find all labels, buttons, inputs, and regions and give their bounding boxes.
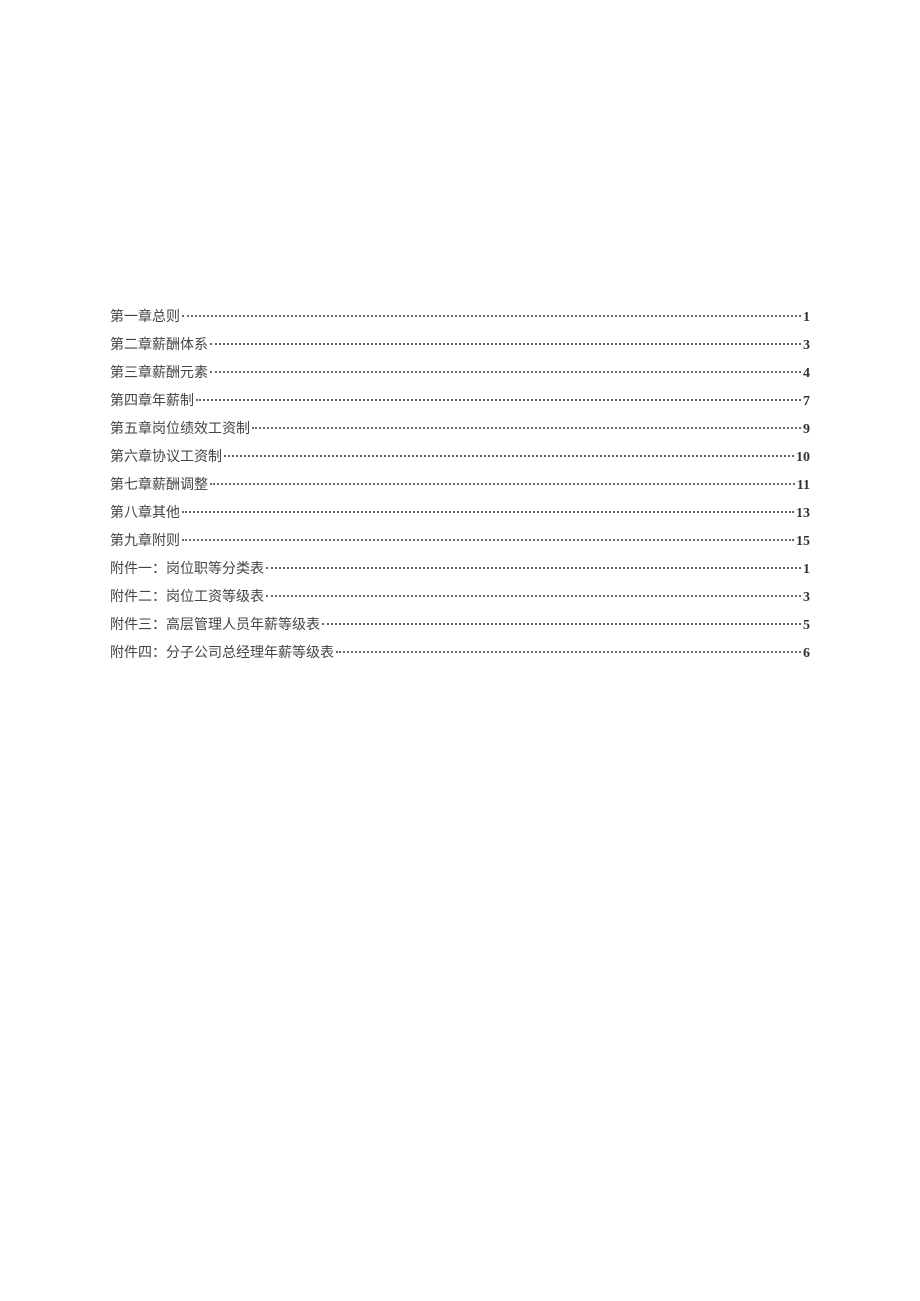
- toc-leader-dots: [252, 427, 801, 429]
- toc-leader-dots: [266, 567, 801, 569]
- toc-entry-page: 6: [803, 643, 810, 664]
- toc-entry-page: 9: [803, 419, 810, 440]
- toc-entry-title: 第四章年薪制: [110, 391, 194, 412]
- toc-entry-page: 5: [803, 615, 810, 636]
- toc-leader-dots: [210, 371, 801, 373]
- toc-entry: 第一章总则 1: [110, 307, 810, 328]
- toc-entry: 附件二：岗位工资等级表 3: [110, 587, 810, 608]
- toc-entry-page: 7: [803, 391, 810, 412]
- toc-leader-dots: [322, 623, 801, 625]
- toc-entry: 第五章岗位绩效工资制 9: [110, 419, 810, 440]
- toc-entry-page: 4: [803, 363, 810, 384]
- toc-leader-dots: [210, 483, 795, 485]
- toc-entry-page: 13: [796, 503, 810, 524]
- toc-leader-dots: [210, 343, 801, 345]
- toc-entry-title: 附件四：分子公司总经理年薪等级表: [110, 643, 334, 664]
- toc-entry-page: 3: [803, 587, 810, 608]
- toc-entry-title: 附件二：岗位工资等级表: [110, 587, 264, 608]
- toc-entry-page: 11: [797, 475, 810, 496]
- toc-entry: 第二章薪酬体系 3: [110, 335, 810, 356]
- toc-entry-page: 1: [803, 559, 810, 580]
- toc-entry: 第八章其他 13: [110, 503, 810, 524]
- toc-entry-title: 第一章总则: [110, 307, 180, 328]
- toc-entry-page: 10: [796, 447, 810, 468]
- toc-entry: 附件三：高层管理人员年薪等级表 5: [110, 615, 810, 636]
- toc-entry-title: 第二章薪酬体系: [110, 335, 208, 356]
- toc-entry-title: 第九章附则: [110, 531, 180, 552]
- toc-leader-dots: [224, 455, 794, 457]
- toc-entry-title: 第三章薪酬元素: [110, 363, 208, 384]
- toc-leader-dots: [182, 539, 794, 541]
- toc-leader-dots: [182, 315, 801, 317]
- toc-entry: 第七章薪酬调整 11: [110, 475, 810, 496]
- toc-entry-title: 第七章薪酬调整: [110, 475, 208, 496]
- toc-entry-title: 附件一：岗位职等分类表: [110, 559, 264, 580]
- toc-leader-dots: [266, 595, 801, 597]
- toc-entry-title: 附件三：高层管理人员年薪等级表: [110, 615, 320, 636]
- toc-leader-dots: [196, 399, 801, 401]
- toc-entry: 第六章协议工资制 10: [110, 447, 810, 468]
- table-of-contents: 第一章总则 1 第二章薪酬体系 3 第三章薪酬元素 4 第四章年薪制 7 第五章…: [110, 307, 810, 664]
- toc-entry: 附件四：分子公司总经理年薪等级表 6: [110, 643, 810, 664]
- toc-entry-page: 1: [803, 307, 810, 328]
- toc-entry: 第四章年薪制 7: [110, 391, 810, 412]
- toc-entry-title: 第五章岗位绩效工资制: [110, 419, 250, 440]
- toc-entry-title: 第八章其他: [110, 503, 180, 524]
- toc-leader-dots: [336, 651, 801, 653]
- toc-entry-page: 15: [796, 531, 810, 552]
- toc-entry: 第九章附则 15: [110, 531, 810, 552]
- toc-leader-dots: [182, 511, 794, 513]
- toc-entry-page: 3: [803, 335, 810, 356]
- toc-entry: 第三章薪酬元素 4: [110, 363, 810, 384]
- toc-entry: 附件一：岗位职等分类表 1: [110, 559, 810, 580]
- toc-entry-title: 第六章协议工资制: [110, 447, 222, 468]
- document-page: 第一章总则 1 第二章薪酬体系 3 第三章薪酬元素 4 第四章年薪制 7 第五章…: [0, 0, 920, 664]
